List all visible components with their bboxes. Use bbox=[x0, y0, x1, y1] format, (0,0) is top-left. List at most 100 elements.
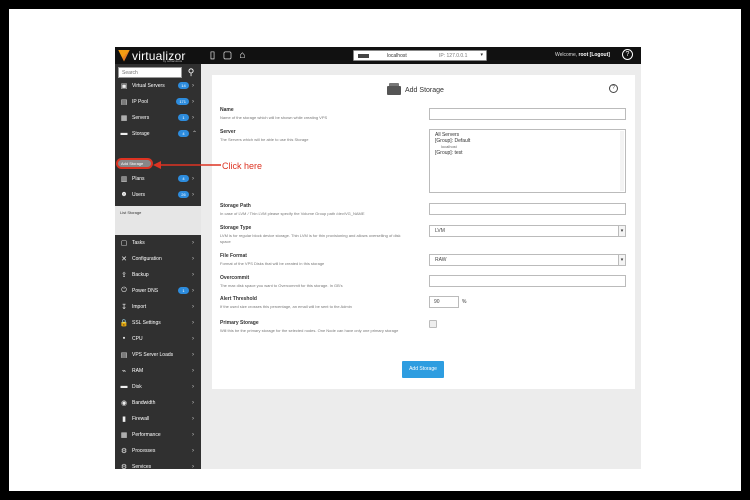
alert-label: Alert Threshold bbox=[220, 296, 257, 302]
sidebar-item-cpu[interactable]: ▪ CPU › bbox=[115, 331, 201, 346]
plans-icon: ▥ bbox=[120, 175, 128, 183]
sidebar-item-ssl-settings[interactable]: 🔒 SSL Settings › bbox=[115, 315, 201, 330]
sidebar-item-configuration[interactable]: ✕ Configuration › bbox=[115, 251, 201, 266]
sidebar-item-processes[interactable]: ⚙ Processes › bbox=[115, 443, 201, 458]
sidebar-item-services[interactable]: ⚙ Services › bbox=[115, 459, 201, 474]
storage-type-select[interactable]: LVM ▾ bbox=[429, 225, 626, 237]
sidebar-item-label: Tasks bbox=[132, 239, 145, 246]
storage-path-field[interactable] bbox=[429, 203, 626, 215]
type-label: Storage Type bbox=[220, 225, 252, 231]
server-selector[interactable]: localhost IP: 127.0.0.1 ▾ bbox=[353, 50, 487, 61]
power-dns-icon: ⏻ bbox=[121, 286, 127, 294]
sidebar-item-bandwidth[interactable]: ◉ Bandwidth › bbox=[115, 395, 201, 410]
server-option[interactable]: [Group]: test bbox=[435, 150, 625, 156]
sidebar-item-label: Servers bbox=[132, 114, 150, 121]
sidebar-subitem-list-storage[interactable]: List Storage bbox=[120, 210, 141, 215]
storage-icon: ▬ bbox=[120, 130, 128, 137]
processes-icon: ⚙ bbox=[120, 447, 128, 455]
home-icon[interactable]: ⌂ bbox=[237, 50, 248, 61]
chevron-right-icon: › bbox=[192, 351, 194, 358]
chevron-right-icon: › bbox=[192, 367, 194, 374]
sidebar-item-disk[interactable]: ▬ Disk › bbox=[115, 379, 201, 394]
sidebar-item-firewall[interactable]: ▮ Firewall › bbox=[115, 411, 201, 426]
sidebar-item-label: Firewall bbox=[132, 415, 150, 422]
users-icon: ☻ bbox=[120, 191, 128, 198]
chevron-right-icon: › bbox=[192, 287, 194, 294]
sidebar-subitem-add-storage[interactable]: Add Storage bbox=[116, 158, 153, 169]
app-logo[interactable]: virtualizor by softaculous bbox=[115, 47, 200, 64]
count-badge: 14 bbox=[178, 82, 189, 89]
bandwidth-icon: ◉ bbox=[120, 399, 128, 407]
server-host: localhost bbox=[387, 53, 407, 59]
chevron-right-icon: › bbox=[192, 255, 194, 262]
sidebar-item-label: Services bbox=[132, 463, 152, 470]
page-title-text: Add Storage bbox=[405, 87, 444, 94]
sidebar-item-backup[interactable]: ⇪ Backup › bbox=[115, 267, 201, 282]
username: root bbox=[578, 52, 589, 58]
sidebar-item-import[interactable]: ↧ Import › bbox=[115, 299, 201, 314]
primary-label: Primary Storage bbox=[220, 320, 259, 326]
chevron-right-icon: › bbox=[192, 463, 194, 470]
server-list-scrollbar[interactable] bbox=[620, 131, 624, 191]
sidebar-item-power-dns[interactable]: ⏻ Power DNS 1 › bbox=[115, 283, 201, 298]
chevron-right-icon: › bbox=[192, 239, 194, 246]
sidebar-item-virtual-servers[interactable]: ▣ Virtual Servers 14 › bbox=[115, 78, 201, 93]
sidebar-item-label: Virtual Servers bbox=[132, 82, 165, 89]
sidebar-item-label: Import bbox=[132, 303, 147, 310]
alert-unit: % bbox=[462, 299, 467, 305]
sidebar-item-ip-pool[interactable]: ▤ IP Pool 171 › bbox=[115, 94, 201, 109]
sidebar-item-label: Performance bbox=[132, 431, 161, 438]
chevron-right-icon: › bbox=[192, 271, 194, 278]
logout-link[interactable]: [Logout] bbox=[590, 52, 610, 58]
add-storage-button[interactable]: Add Storage bbox=[402, 361, 444, 378]
server-multiselect[interactable]: All Servers [Group]: Default localhost [… bbox=[429, 129, 626, 193]
chevron-right-icon: › bbox=[192, 319, 194, 326]
sidebar-item-servers[interactable]: ▦ Servers 1 › bbox=[115, 110, 201, 125]
count-badge: 171 bbox=[176, 98, 189, 105]
overcommit-label: Overcommit bbox=[220, 275, 250, 281]
chevron-right-icon: › bbox=[192, 383, 194, 390]
count-badge: 26 bbox=[178, 191, 189, 198]
chevron-right-icon: › bbox=[192, 335, 194, 342]
sidebar-item-vps-server-loads[interactable]: ▤ VPS Server Loads › bbox=[115, 347, 201, 362]
primary-storage-checkbox[interactable] bbox=[429, 320, 437, 328]
firewall-icon: ▮ bbox=[122, 415, 126, 423]
sidebar-item-ram[interactable]: ⌁ RAM › bbox=[115, 363, 201, 378]
document-icon[interactable]: ▯ bbox=[207, 50, 218, 61]
servers-icon: ▦ bbox=[120, 114, 128, 122]
name-field[interactable] bbox=[429, 108, 626, 120]
sidebar-search: ⚲ bbox=[118, 67, 198, 78]
storage-submenu: List Storage bbox=[115, 206, 201, 235]
form-help-icon[interactable]: ? bbox=[609, 84, 618, 93]
annotation-label: Click here bbox=[222, 161, 263, 171]
file-format-select[interactable]: RAW ▾ bbox=[429, 254, 626, 266]
tasks-icon: ▢ bbox=[120, 239, 128, 247]
count-badge: 1 bbox=[178, 287, 189, 294]
overcommit-field[interactable] bbox=[429, 275, 626, 287]
alert-threshold-field[interactable]: 90 bbox=[429, 296, 459, 308]
sidebar-item-label: Backup bbox=[132, 271, 149, 278]
chevron-right-icon: › bbox=[192, 114, 194, 121]
sidebar-item-tasks[interactable]: ▢ Tasks › bbox=[115, 235, 201, 250]
help-icon[interactable]: ? bbox=[622, 49, 633, 60]
chat-icon[interactable]: ▢ bbox=[222, 50, 233, 61]
page-title: Add Storage bbox=[387, 83, 444, 95]
name-label: Name bbox=[220, 107, 234, 113]
app-sub: by softaculous bbox=[163, 59, 183, 63]
logo-mark-icon bbox=[118, 49, 130, 62]
overcommit-desc: The max disk space you want to Overcommi… bbox=[220, 283, 343, 288]
virtual-servers-icon: ▣ bbox=[120, 82, 128, 90]
search-icon[interactable]: ⚲ bbox=[185, 67, 197, 78]
sidebar-item-performance[interactable]: ▦ Performance › bbox=[115, 427, 201, 442]
sidebar-item-label: Storage bbox=[132, 130, 150, 137]
sidebar-item-storage[interactable]: ▬ Storage 4 ⌃ bbox=[115, 126, 201, 141]
sidebar-item-label: Bandwidth bbox=[132, 399, 156, 406]
sidebar-item-users[interactable]: ☻ Users 26 › bbox=[115, 187, 201, 202]
ram-icon: ⌁ bbox=[121, 367, 127, 375]
sidebar-item-label: Processes bbox=[132, 447, 156, 454]
sidebar-item-label: Disk bbox=[132, 383, 142, 390]
sidebar-item-label: CPU bbox=[132, 335, 143, 342]
server-label: Server bbox=[220, 129, 236, 135]
add-storage-panel: Add Storage ? Name Name of the storage w… bbox=[212, 75, 635, 389]
search-input[interactable] bbox=[118, 67, 182, 78]
